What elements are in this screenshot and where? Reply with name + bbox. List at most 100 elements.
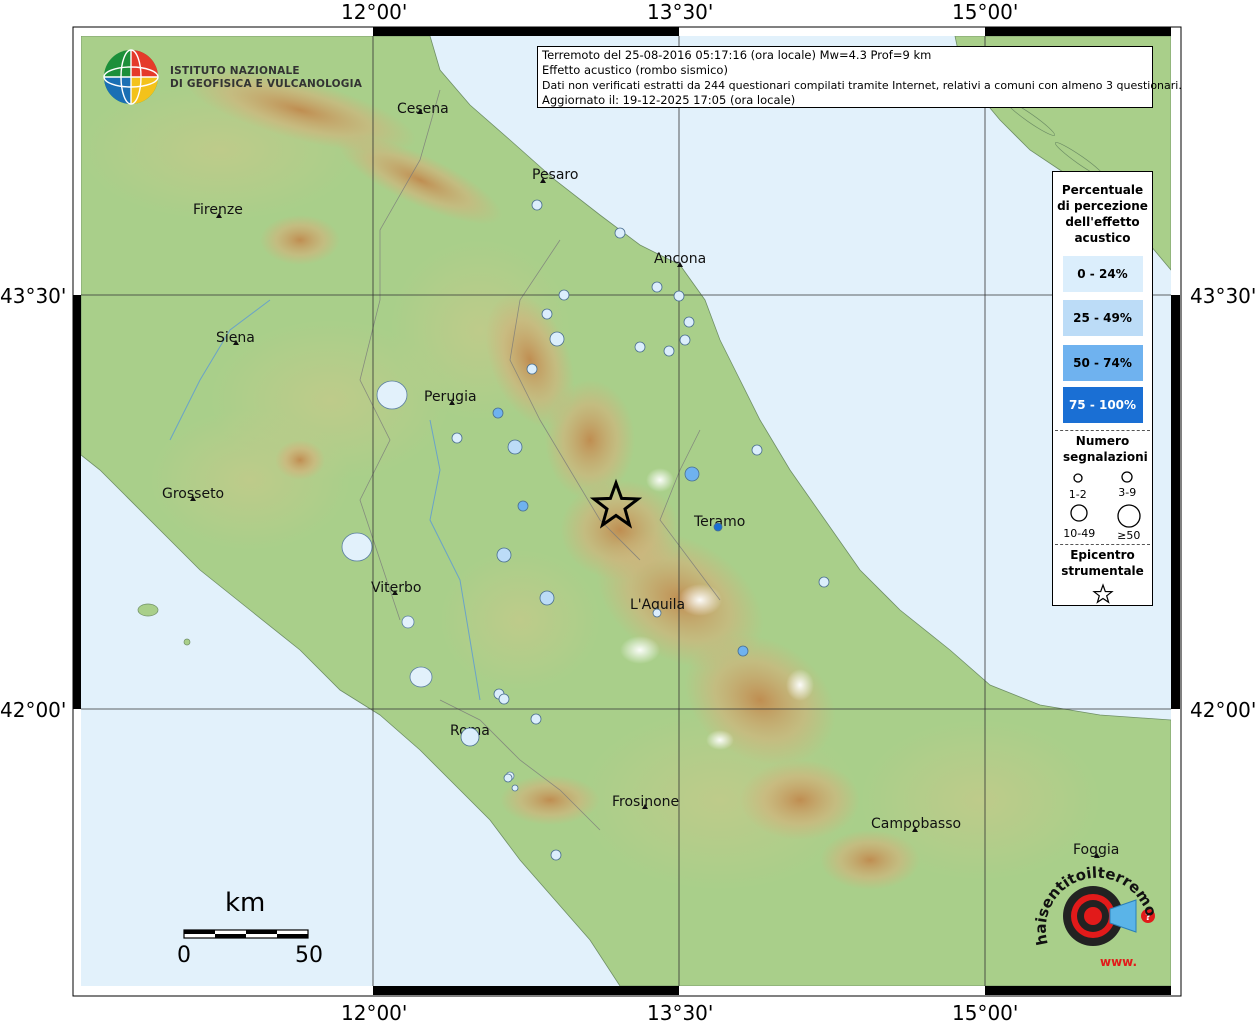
observation-point (498, 693, 510, 705)
observation-point (673, 290, 685, 302)
observation-point (496, 547, 512, 563)
observation-point (737, 645, 749, 657)
legend-size-10-49: 10-49 (1063, 527, 1096, 540)
lon-label-15-bottom: 15°00' (952, 1001, 1019, 1025)
frame-bottom-bar (373, 986, 679, 995)
city-label: Perugia (424, 389, 477, 405)
lat-label-42-left: 42°00' (0, 698, 67, 722)
observation-point (663, 345, 675, 357)
lake-trasimeno (376, 380, 408, 410)
lake-bracciano (409, 666, 433, 688)
observation-point (558, 289, 570, 301)
frame-top-bar (373, 27, 679, 36)
observation-point (549, 331, 565, 347)
legend-size-1-2: 1-2 (1068, 488, 1087, 501)
event-info-line2: Effetto acustico (rombo sismico) (542, 63, 728, 77)
scale-min: 0 (177, 943, 191, 968)
event-info-line4: Aggiornato il: 19-12-2025 17:05 (ora loc… (542, 93, 796, 107)
legend-class-1: 25 - 49% (1062, 300, 1143, 336)
legend-count-title: Numero segnalazioni (1063, 434, 1148, 464)
observation-point (530, 713, 542, 725)
observation-point (634, 341, 646, 353)
observation-point (511, 784, 519, 792)
legend-title: Percentuale di percezione dell'effetto a… (1057, 183, 1148, 245)
lake-vico (401, 615, 415, 629)
legend-class-3: 75 - 100% (1062, 387, 1143, 423)
event-info-box: Terremoto del 25-08-2016 05:17:16 (ora l… (537, 46, 1182, 108)
size-circle-large-icon (1070, 504, 1088, 522)
observation-point (751, 444, 763, 456)
observation-point (492, 407, 504, 419)
observation-point (451, 432, 463, 444)
observation-point (651, 281, 663, 293)
city-label: Campobasso (871, 816, 961, 832)
lon-label-15-top: 15°00' (952, 0, 1019, 24)
city-label: Viterbo (371, 580, 421, 596)
frame-top-bar2 (985, 27, 1171, 36)
city-label: Firenze (193, 202, 243, 218)
event-info-line3: Dati non verificati estratti da 244 ques… (542, 79, 1182, 92)
epicenter-star-icon (1091, 583, 1114, 604)
observation-point (541, 308, 553, 320)
city-label: Cesena (397, 101, 449, 117)
size-circle-medium-icon (1121, 471, 1133, 483)
observation-point (683, 316, 695, 328)
island-elba (137, 603, 159, 617)
legend-size-3-9: 3-9 (1118, 486, 1137, 499)
observation-point (713, 522, 723, 532)
ingv-globe-icon (103, 49, 159, 105)
scale-bar (183, 929, 309, 939)
scale-unit: km (225, 888, 266, 918)
legend-separator-1 (1055, 430, 1150, 431)
ingv-name-line1: ISTITUTO NAZIONALE (170, 65, 300, 77)
legend-class-2: 50 - 74% (1062, 345, 1143, 381)
observation-point (460, 727, 480, 747)
lat-label-42-right: 42°00' (1190, 698, 1255, 722)
city-label: Ancona (654, 251, 706, 267)
observation-point (818, 576, 830, 588)
frame-right-bar (1171, 295, 1180, 709)
size-circle-xlarge-icon (1117, 504, 1141, 528)
hsit-logo: ? haisentitoilterremoto.it www. (1023, 840, 1168, 979)
legend-separator-2 (1055, 544, 1150, 545)
lake-bolsena (341, 532, 373, 562)
frame-left-bar (73, 295, 81, 709)
lon-label-13-30-bottom: 13°30' (647, 1001, 714, 1025)
observation-point (507, 439, 523, 455)
observation-point (679, 334, 691, 346)
island-giglio (183, 638, 191, 646)
ingv-name-line2: DI GEOFISICA E VULCANOLOGIA (170, 78, 363, 90)
frame-bottom-bar2 (985, 986, 1171, 995)
lat-label-43-30-right: 43°30' (1190, 284, 1255, 308)
size-circle-small-icon (1073, 473, 1083, 483)
legend-size-50-plus: ≥50 (1117, 529, 1141, 542)
legend-class-0: 0 - 24% (1062, 256, 1143, 292)
city-label: Grosseto (162, 486, 224, 502)
legend-size-row2: 10-49 ≥50 (1053, 503, 1152, 542)
legend: Percentuale di percezione dell'effetto a… (1052, 171, 1153, 606)
legend-size-row1: 1-2 3-9 (1053, 469, 1152, 501)
observation-point (526, 363, 538, 375)
hsit-target-icon: ? haisentitoilterremoto.it www. (1023, 840, 1161, 969)
lon-label-12-bottom: 12°00' (341, 1001, 408, 1025)
observation-point (652, 608, 662, 618)
lat-label-43-30-left: 43°30' (0, 284, 67, 308)
observation-point (517, 500, 529, 512)
observation-point (539, 590, 555, 606)
scale-max: 50 (295, 943, 323, 968)
lon-label-13-30-top: 13°30' (647, 0, 714, 24)
observation-point (531, 199, 543, 211)
event-info-line1: Terremoto del 25-08-2016 05:17:16 (ora l… (542, 48, 932, 62)
observation-point (614, 227, 626, 239)
map-figure: Cesena Pesaro Firenze Ancona Siena Perugia Gro… (0, 0, 1255, 1025)
lon-label-12-top: 12°00' (341, 0, 408, 24)
observation-point (550, 849, 562, 861)
observation-point (684, 466, 700, 482)
city-label: Siena (216, 330, 255, 346)
hsit-logo-prefix: www. (1100, 955, 1137, 969)
ingv-logo (100, 48, 162, 106)
city-label: Pesaro (532, 167, 578, 183)
city-label: Frosinone (612, 794, 679, 810)
observation-point (503, 773, 513, 783)
legend-epicenter-title: Epicentro strumentale (1061, 548, 1144, 578)
